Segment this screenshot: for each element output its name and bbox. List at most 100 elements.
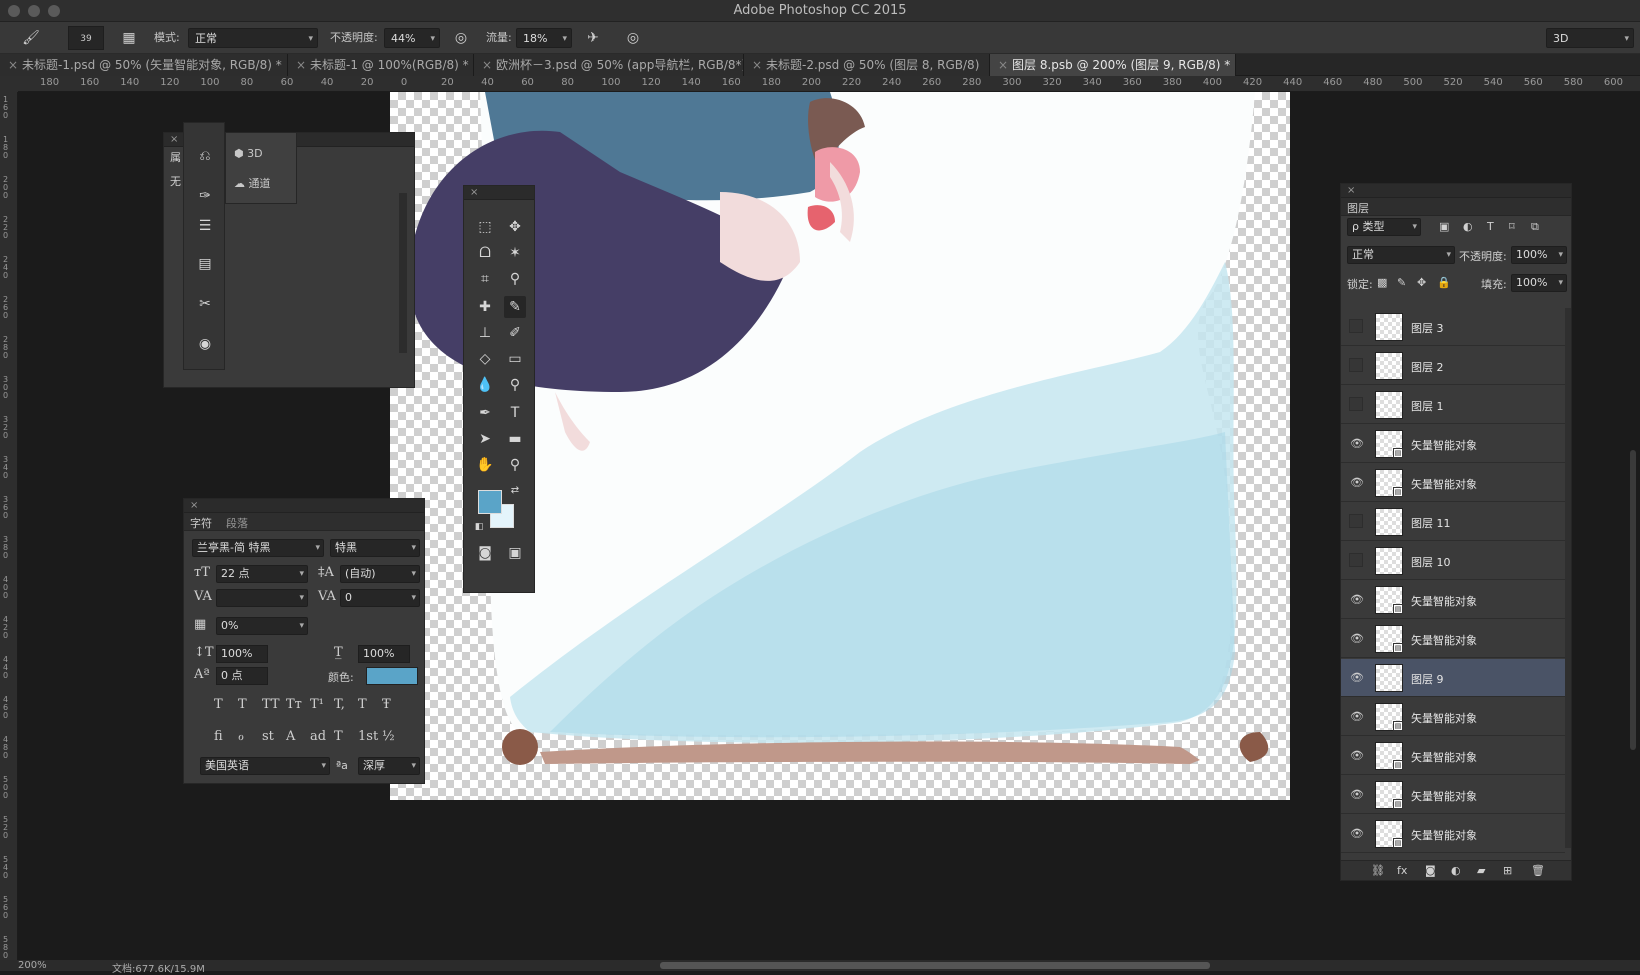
healing-brush-tool-icon[interactable]: ✚: [474, 296, 496, 318]
vertical-ruler[interactable]: 160 180 200 220 240 260 280 300 320 340 360 380 400 4…: [0, 92, 18, 962]
quick-mask-icon[interactable]: ◙: [474, 542, 496, 564]
adjustments-icon[interactable]: ☰: [194, 215, 216, 237]
gradient-tool-icon[interactable]: ▭: [504, 348, 526, 370]
brush-size-picker[interactable]: 39: [68, 26, 104, 50]
mode-select[interactable]: 正常: [188, 28, 318, 49]
layer-opacity-field[interactable]: 100%: [1511, 246, 1567, 264]
visibility-toggle[interactable]: [1349, 553, 1363, 567]
close-tab-icon[interactable]: ×: [482, 54, 492, 76]
opentype-button-2[interactable]: st: [262, 729, 274, 744]
layer-row[interactable]: 👁 ▤ 矢量智能对象: [1341, 464, 1565, 502]
pressure-size-icon[interactable]: ◎: [622, 28, 644, 48]
layer-row[interactable]: 👁 ▤ 矢量智能对象: [1341, 776, 1565, 814]
zoom-window-button[interactable]: [48, 5, 60, 17]
libraries-icon[interactable]: ◉: [194, 333, 216, 355]
adjustment-layer-icon[interactable]: ◐: [1451, 864, 1461, 877]
visibility-toggle[interactable]: [1349, 397, 1363, 411]
visibility-eye-icon[interactable]: 👁: [1349, 592, 1365, 608]
layer-row[interactable]: 👁 ▤ 矢量智能对象: [1341, 425, 1565, 463]
lock-all-icon[interactable]: 🔒: [1437, 276, 1451, 289]
brush-panel-toggle-icon[interactable]: ▦: [118, 28, 140, 48]
visibility-eye-icon[interactable]: 👁: [1349, 475, 1365, 491]
new-group-icon[interactable]: ▰: [1477, 864, 1485, 877]
leading-field[interactable]: (自动): [340, 565, 420, 583]
move-tool-icon[interactable]: ✥: [504, 216, 526, 238]
flyout-3d-item[interactable]: ⬢ 3D: [234, 147, 263, 160]
zoom-level[interactable]: 200%: [18, 960, 47, 971]
flyout-channels-item[interactable]: ☁ 通道: [234, 175, 271, 191]
filter-type-icon[interactable]: T: [1487, 220, 1494, 233]
close-tab-icon[interactable]: ×: [8, 54, 18, 76]
hand-tool-icon[interactable]: ✋: [474, 454, 496, 476]
text-style-button-4[interactable]: T¹: [310, 697, 324, 712]
opacity-field[interactable]: 44%: [384, 28, 440, 49]
layer-row[interactable]: 👁 ▤ 矢量智能对象: [1341, 737, 1565, 775]
kerning-field[interactable]: [216, 589, 308, 607]
text-style-button-1[interactable]: T: [238, 697, 247, 712]
layer-style-icon[interactable]: fx: [1397, 864, 1407, 877]
close-tab-icon[interactable]: ×: [998, 54, 1008, 76]
layer-mask-icon[interactable]: ◙: [1425, 864, 1436, 877]
visibility-eye-icon[interactable]: 👁: [1349, 826, 1365, 842]
layer-row[interactable]: 图层 3: [1341, 308, 1565, 346]
layer-row[interactable]: 👁 ▤ 矢量智能对象: [1341, 620, 1565, 658]
horizontal-scrollbar[interactable]: [660, 962, 1210, 969]
pressure-opacity-icon[interactable]: ◎: [450, 28, 472, 48]
tab-document-4[interactable]: × 未标题-2.psd @ 50% (图层 8, RGB/8): [744, 54, 990, 76]
layer-row[interactable]: 图层 11: [1341, 503, 1565, 541]
foreground-color-swatch[interactable]: [478, 490, 502, 514]
tsume-field[interactable]: 0%: [216, 617, 308, 635]
flow-field[interactable]: 18%: [516, 28, 572, 49]
tab-document-5-active[interactable]: × 图层 8.psb @ 200% (图层 9, RGB/8) *: [990, 54, 1236, 76]
layer-row[interactable]: 👁 ▤ 矢量智能对象: [1341, 815, 1565, 853]
tab-document-3[interactable]: × 欧洲杯－3.psd @ 50% (app导航栏, RGB/8*): [474, 54, 744, 76]
baseline-shift-field[interactable]: 0 点: [216, 667, 268, 685]
language-select[interactable]: 美国英语: [200, 757, 330, 775]
brush-presets-icon[interactable]: ✑: [194, 185, 216, 207]
filter-shape-icon[interactable]: ⌑: [1509, 220, 1515, 233]
layers-scrollbar[interactable]: [1565, 308, 1571, 848]
swap-colors-icon[interactable]: ⇄: [504, 480, 526, 502]
font-family-select[interactable]: 兰亭黑-简 特黑: [192, 539, 324, 557]
ruler-corner[interactable]: [0, 76, 18, 92]
horizontal-ruler[interactable]: 180 160 140 120 100 80 60 40 20 0 20 40 60 80 100 120 14…: [18, 76, 1640, 92]
font-size-field[interactable]: 22 点: [216, 565, 308, 583]
layer-filter-select[interactable]: ρ 类型: [1347, 218, 1421, 236]
text-style-button-3[interactable]: Tт: [286, 697, 302, 712]
visibility-eye-icon[interactable]: 👁: [1349, 748, 1365, 764]
filter-adjustment-icon[interactable]: ◐: [1463, 220, 1473, 233]
zoom-tool-icon[interactable]: ⚲: [504, 454, 526, 476]
crop-tool-icon[interactable]: ⌗: [474, 268, 496, 290]
tab-paragraph[interactable]: 段落: [226, 515, 248, 531]
horizontal-scale-field[interactable]: 100%: [358, 645, 410, 663]
opentype-button-4[interactable]: ad: [310, 729, 326, 744]
lock-transparent-icon[interactable]: ▩: [1377, 276, 1387, 289]
properties-scrollbar[interactable]: [399, 193, 407, 353]
layer-row[interactable]: 图层 2: [1341, 347, 1565, 385]
opentype-button-7[interactable]: ½: [382, 729, 395, 744]
brush-preset-icon[interactable]: 🖌: [20, 28, 42, 48]
link-layers-icon[interactable]: ⛓: [1371, 864, 1385, 877]
eyedropper-tool-icon[interactable]: ⚲: [504, 268, 526, 290]
document-info[interactable]: 文档:677.6K/15.9M: [112, 960, 205, 975]
properties-tab-label[interactable]: 属: [170, 149, 181, 165]
window-vertical-scrollbar[interactable]: [1630, 450, 1636, 750]
lasso-tool-icon[interactable]: ᗝ: [474, 242, 496, 264]
layer-row[interactable]: 👁 ▤ 矢量智能对象: [1341, 698, 1565, 736]
blend-mode-select[interactable]: 正常: [1347, 246, 1455, 264]
eraser-tool-icon[interactable]: ◇: [474, 348, 496, 370]
opentype-button-3[interactable]: A: [286, 729, 295, 744]
type-tool-icon[interactable]: T: [504, 402, 526, 424]
tab-layers[interactable]: 图层: [1347, 200, 1369, 216]
filter-pixel-icon[interactable]: ▣: [1439, 220, 1449, 233]
dodge-tool-icon[interactable]: ⚲: [504, 374, 526, 396]
history-icon[interactable]: ⎌: [194, 145, 216, 167]
visibility-toggle[interactable]: [1349, 358, 1363, 372]
tab-document-1[interactable]: × 未标题-1.psd @ 50% (矢量智能对象, RGB/8) *: [0, 54, 288, 76]
lock-image-icon[interactable]: ✎: [1397, 276, 1406, 289]
text-style-button-6[interactable]: T: [358, 697, 367, 712]
close-tab-icon[interactable]: ×: [752, 54, 762, 76]
blur-tool-icon[interactable]: 💧: [474, 374, 496, 396]
path-selection-tool-icon[interactable]: ➤: [474, 428, 496, 450]
delete-layer-icon[interactable]: 🗑: [1531, 864, 1545, 877]
